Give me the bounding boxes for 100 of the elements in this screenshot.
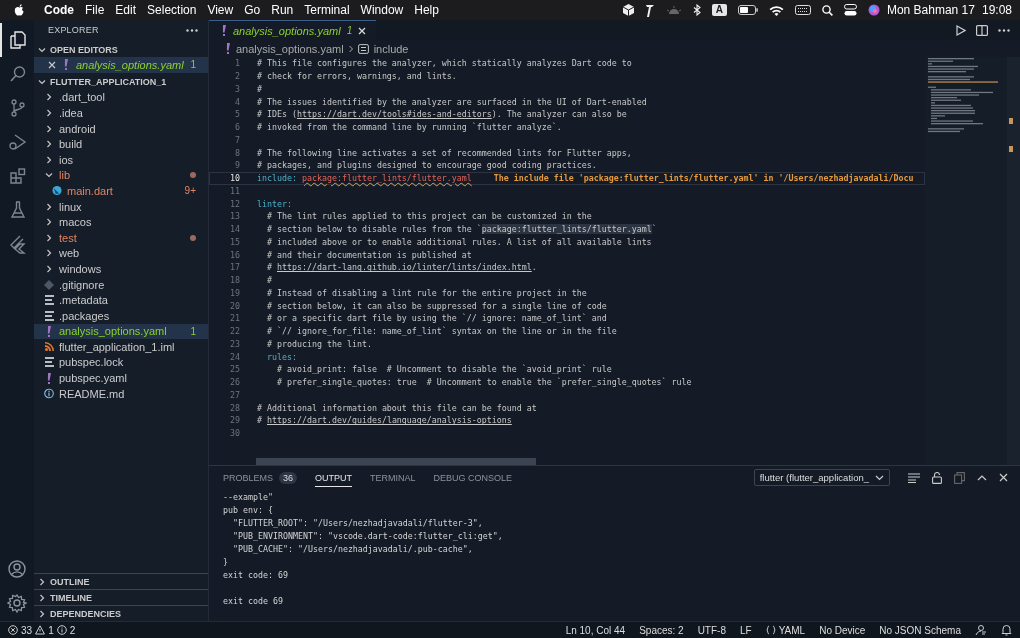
code-line: # and their documentation is published at xyxy=(266,249,472,260)
more-icon[interactable] xyxy=(998,28,1010,32)
scrollbar[interactable] xyxy=(1007,57,1020,465)
menubar-time[interactable]: 19:08 xyxy=(981,3,1012,17)
status-item[interactable]: LF xyxy=(740,624,752,636)
chevron-up-icon[interactable] xyxy=(977,474,987,481)
bell-icon[interactable] xyxy=(1001,624,1012,636)
tree-item[interactable]: ios xyxy=(34,151,208,168)
status-item[interactable]: Spaces: 2 xyxy=(639,624,684,636)
pen-icon[interactable] xyxy=(644,3,655,17)
menu-item[interactable]: Go xyxy=(244,3,261,17)
bluetooth-icon[interactable] xyxy=(692,4,701,16)
line-number: 29 xyxy=(229,415,240,426)
app-menu[interactable]: Code xyxy=(44,3,74,17)
wifi-icon[interactable] xyxy=(768,4,784,16)
close-icon[interactable] xyxy=(999,473,1008,482)
more-icon[interactable] xyxy=(186,28,198,32)
menu-item[interactable]: Terminal xyxy=(304,3,350,17)
input-source-indicator[interactable]: A xyxy=(711,4,727,16)
menu-item[interactable]: Edit xyxy=(115,3,137,17)
menu-item[interactable]: Run xyxy=(271,3,294,17)
section-header[interactable]: OPEN EDITORS xyxy=(34,42,208,57)
line-number: 30 xyxy=(229,428,240,439)
tree-item[interactable]: build xyxy=(34,136,208,152)
section-header[interactable]: TIMELINE xyxy=(34,589,208,605)
control-center-icon[interactable] xyxy=(843,4,857,16)
cube-icon[interactable] xyxy=(622,4,634,16)
tree-item[interactable]: lib xyxy=(34,167,208,184)
apple-icon[interactable] xyxy=(14,3,25,17)
output-channel-dropdown[interactable]: flutter (flutter_application_ xyxy=(753,469,890,486)
exclamation-icon xyxy=(63,59,69,71)
code-line: # IDEs (https://dart.dev/tools#ides-and-editors). The analyzer can also be xyxy=(257,109,627,120)
tree-item[interactable]: pubspec.yaml xyxy=(34,370,208,386)
panel-tab[interactable]: TERMINAL xyxy=(370,472,416,483)
code-line: # Additional information about this file can be found at xyxy=(257,402,537,413)
braces-icon xyxy=(765,625,776,635)
siri-icon[interactable] xyxy=(867,4,880,16)
exclamation-icon xyxy=(225,43,231,54)
battery-icon[interactable] xyxy=(737,5,758,15)
tree-item[interactable]: README.md xyxy=(34,385,208,402)
panel-tab[interactable]: DEBUG CONSOLE xyxy=(433,472,513,483)
clear-output-icon[interactable] xyxy=(908,472,920,483)
tree-item[interactable]: test xyxy=(34,229,208,246)
tree-item[interactable]: flutter_application_1.iml xyxy=(34,339,208,355)
search-icon[interactable] xyxy=(821,4,833,16)
scrollbar[interactable] xyxy=(256,458,536,465)
close-icon[interactable] xyxy=(358,26,367,35)
tree-item[interactable]: linux xyxy=(34,198,208,215)
tree-item[interactable]: analysis_options.yaml 1 xyxy=(34,323,208,340)
line-number: 24 xyxy=(229,351,240,362)
status-item[interactable]: Ln 10, Col 44 xyxy=(565,624,626,636)
split-editor-icon[interactable] xyxy=(976,24,988,36)
status-item[interactable]: No JSON Schema xyxy=(879,624,961,636)
tree-item[interactable]: .dart_tool xyxy=(34,89,208,106)
status-item[interactable]: No Device xyxy=(819,624,866,636)
tree-item[interactable]: android xyxy=(34,120,208,137)
status-item[interactable]: UTF-8 xyxy=(697,624,726,636)
tree-item[interactable]: pubspec.lock xyxy=(34,354,208,371)
tree-item[interactable]: main.dart 9+ xyxy=(34,183,208,199)
breadcrumb[interactable]: analysis_options.yaml xyxy=(225,42,344,55)
problems-indicator[interactable]: 33 1 2 xyxy=(8,624,76,636)
editor-tab[interactable]: analysis_options.yaml 1 xyxy=(209,20,377,40)
code-line: # check for errors, warnings, and lints. xyxy=(257,71,457,82)
output-line: exit code: 69 xyxy=(223,569,289,582)
tree-item[interactable]: .idea xyxy=(34,105,208,121)
section-header[interactable]: FLUTTER_APPLICATION_1 xyxy=(34,74,208,90)
panel-tab[interactable]: OUTPUT xyxy=(315,468,353,487)
settings-icon[interactable] xyxy=(7,593,27,613)
menu-item[interactable]: View xyxy=(207,3,234,17)
tree-item[interactable]: windows xyxy=(34,261,208,277)
menu-item[interactable]: Help xyxy=(414,3,439,17)
status-item[interactable]: YAML xyxy=(765,624,806,636)
keyboard-icon[interactable] xyxy=(794,5,811,15)
feedback-icon[interactable] xyxy=(975,624,987,636)
info-icon xyxy=(44,388,54,400)
code-line: # included above or to enable additional rules. A list of all available lints xyxy=(266,236,652,247)
brightness-icon[interactable] xyxy=(665,6,682,14)
code-line: # section below to disable rules from the `package:flutter_lints/flutter.yaml` xyxy=(266,224,657,235)
account-icon[interactable] xyxy=(7,559,27,579)
panel-tab[interactable]: PROBLEMS xyxy=(223,472,273,483)
menu-item[interactable]: File xyxy=(85,3,105,17)
run-icon[interactable] xyxy=(956,24,966,36)
menu-item[interactable]: Window xyxy=(360,3,404,17)
code-line: # avoid_print: false # Uncomment to disable the `avoid_print` rule xyxy=(275,364,612,375)
close-icon[interactable] xyxy=(48,60,56,69)
tree-item[interactable]: .gitignore xyxy=(34,276,208,293)
menubar-date[interactable]: Mon Bahman 17 xyxy=(886,3,975,17)
open-editor-item[interactable]: analysis_options.yaml 1 xyxy=(34,57,208,73)
exclamation-icon xyxy=(221,25,227,36)
tree-item[interactable]: .metadata xyxy=(34,292,208,308)
tree-item[interactable]: macos xyxy=(34,214,208,230)
copy-icon[interactable] xyxy=(954,471,965,484)
menu-item[interactable]: Selection xyxy=(147,3,197,17)
breadcrumb[interactable]: include xyxy=(357,42,409,55)
tree-item[interactable]: .packages xyxy=(34,307,208,324)
lock-icon[interactable] xyxy=(932,471,942,484)
tree-item[interactable]: web xyxy=(34,245,208,262)
section-header[interactable]: OUTLINE xyxy=(34,573,208,589)
code-line: # `// ignore_for_file: name_of_lint` syntax on the line or in the file xyxy=(266,326,617,337)
output-line: exit code 69 xyxy=(223,595,284,608)
